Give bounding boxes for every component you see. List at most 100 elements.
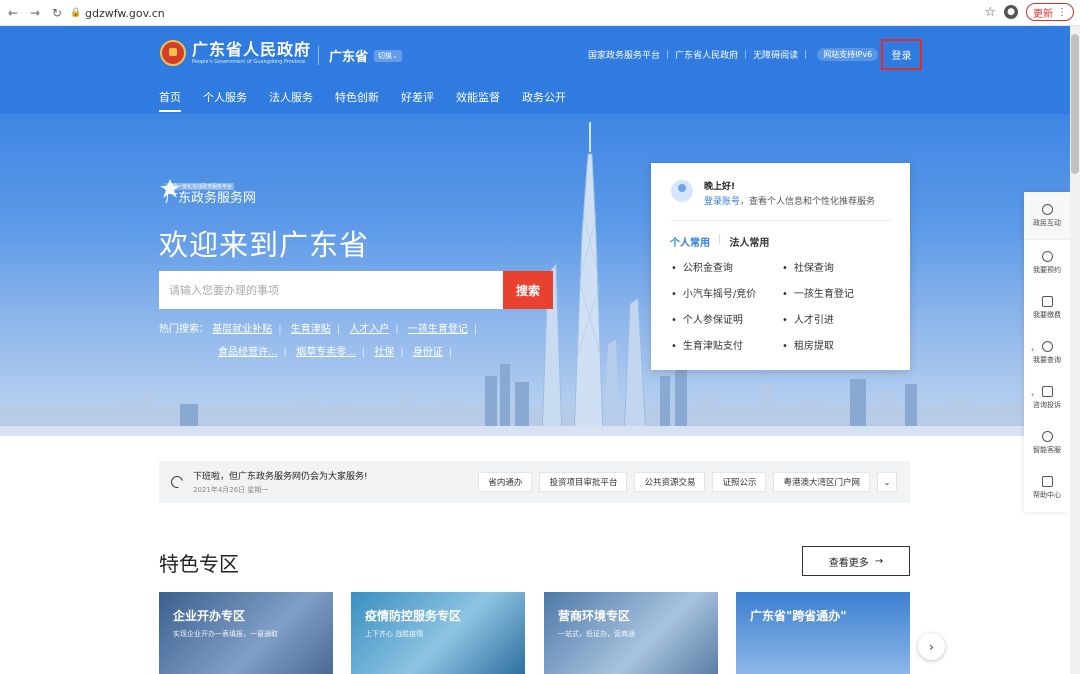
update-button[interactable]: 更新 ⋮ — [1026, 3, 1074, 21]
side-complaint[interactable]: ‹ 咨询投诉 — [1024, 375, 1070, 420]
switch-region-button[interactable]: 切换⌄ — [374, 49, 402, 62]
quick-link[interactable]: 人才引进 — [782, 311, 901, 326]
quick-link[interactable]: 生育津贴支付 — [671, 337, 782, 352]
payment-icon — [1041, 295, 1053, 307]
lock-icon: 🔒 — [70, 8, 82, 18]
quick-link[interactable]: 小汽车摇号/竞价 — [671, 285, 782, 300]
card-tabs: 个人常用 | 法人常用 — [670, 234, 770, 249]
site-header: 广东省人民政府 People's Government of Guangdong… — [0, 26, 1070, 114]
tab-personal-common[interactable]: 个人常用 — [670, 234, 710, 249]
side-payment[interactable]: 我要缴费 — [1024, 285, 1070, 330]
quick-link[interactable]: 一孩生育登记 — [782, 285, 901, 300]
message-icon — [1041, 385, 1053, 397]
feature-tile[interactable]: 企业开办专区 实现企业开办一表填报，一窗通取 — [159, 592, 333, 674]
nav-innovation[interactable]: 特色创新 — [335, 89, 379, 111]
quick-link[interactable]: 公积金查询 — [671, 259, 782, 274]
chevron-down-icon[interactable]: ⌄ — [877, 472, 897, 492]
address-bar[interactable]: 🔒 gdzwfw.gov.cn — [70, 4, 165, 22]
profile-icon[interactable]: ● — [1004, 5, 1018, 19]
service-brand: 全国一体化在线政务服务平台 广东政务服务网 — [159, 178, 256, 206]
quick-link[interactable]: 社保查询 — [782, 259, 901, 274]
section-title: 特色专区 — [159, 552, 239, 576]
search-icon — [1041, 340, 1053, 352]
quick-link[interactable]: 个人参保证明 — [671, 311, 782, 326]
hot-link[interactable]: 生育津贴 — [291, 324, 331, 335]
headset-icon — [1041, 430, 1053, 442]
divider — [671, 220, 891, 221]
national-emblem-icon — [160, 40, 186, 66]
notice-title: 下班啦，但广东政务服务网仍会为大家服务! — [193, 472, 368, 482]
hot-link[interactable]: 食品经营许... — [218, 347, 278, 358]
side-ai-service[interactable]: 智能客服 — [1024, 420, 1070, 465]
welcome-heading: 欢迎来到广东省 — [159, 228, 370, 262]
bookmark-star-icon[interactable]: ☆ — [984, 5, 996, 20]
login-button[interactable]: 登录 — [881, 39, 922, 70]
pill-link[interactable]: 投资项目审批平台 — [539, 472, 628, 492]
hot-link[interactable]: 身份证 — [413, 347, 443, 358]
see-more-button[interactable]: 查看更多 → — [802, 546, 910, 576]
pill-link[interactable]: 公共资源交易 — [634, 472, 706, 492]
greeting: 晚上好! — [704, 182, 736, 192]
greeting-subtitle: 登录账号，查看个人信息和个性化推荐服务 — [704, 197, 876, 207]
carousel-next-button[interactable]: › — [918, 633, 945, 660]
side-query[interactable]: ‹ 我要查询 — [1024, 330, 1070, 375]
chat-icon — [1041, 203, 1053, 215]
hot-searches: 热门搜索： 基层就业补贴 | 生育津贴 | 人才入户 | 一孩生育登记 | 食品经营许.… — [159, 324, 478, 358]
logo-title: 广东省人民政府 — [192, 39, 312, 59]
hot-link[interactable]: 人才入户 — [349, 324, 389, 335]
link-national-platform[interactable]: 国家政务服务平台 — [588, 48, 660, 61]
quick-links: 公积金查询 社保查询 小汽车摇号/竞价 一孩生育登记 个人参保证明 人才引进 生… — [671, 259, 901, 352]
clock-icon — [1041, 250, 1053, 262]
hot-link[interactable]: 社保 — [374, 347, 394, 358]
nav-public-affairs[interactable]: 政务公开 — [522, 89, 566, 111]
top-links: 国家政务服务平台 | 广东省人民政府 | 无障碍阅读 | 网站支持IPv6 — [588, 48, 879, 61]
link-accessibility[interactable]: 无障碍阅读 — [753, 48, 798, 61]
side-toolbar: 政民互动 我要预约 我要缴费 ‹ 我要查询 ‹ 咨询投诉 智能客服 帮助中心 — [1024, 192, 1070, 512]
search-input[interactable]: 请输入您要办理的事项 — [159, 271, 504, 309]
notice-bar: 下班啦，但广东政务服务网仍会为大家服务! 2021年4月26日 星期一 省内通办… — [159, 461, 910, 503]
forward-icon[interactable]: → — [26, 4, 44, 22]
moon-icon — [168, 473, 186, 491]
notice-date: 2021年4月26日 星期一 — [193, 486, 269, 494]
link-provincial-gov[interactable]: 广东省人民政府 — [675, 48, 738, 61]
logo-subtitle: People's Government of Guangdong Provinc… — [192, 58, 306, 65]
nav-home[interactable]: 首页 — [159, 89, 181, 112]
side-help[interactable]: 帮助中心 — [1024, 465, 1070, 510]
hot-link[interactable]: 基层就业补贴 — [212, 324, 272, 335]
nav-evaluation[interactable]: 好差评 — [401, 89, 434, 111]
scrollbar-thumb[interactable] — [1071, 34, 1079, 174]
url-text: gdzwfw.gov.cn — [85, 6, 165, 20]
hot-link[interactable]: 一孩生育登记 — [408, 324, 468, 335]
reload-icon[interactable]: ↻ — [48, 4, 66, 22]
back-icon[interactable]: ← — [4, 4, 22, 22]
help-icon — [1041, 475, 1053, 487]
login-account-link[interactable]: 登录账号 — [704, 197, 740, 207]
arrow-right-icon: → — [874, 555, 884, 567]
feature-tile[interactable]: 营商环境专区 一站式，低证办，营商通 — [544, 592, 718, 674]
nav-legal-services[interactable]: 法人服务 — [269, 89, 313, 111]
quick-link[interactable]: 租房提取 — [782, 337, 901, 352]
expand-left-icon: ‹ — [1031, 390, 1035, 399]
avatar — [671, 180, 693, 202]
service-logo-icon — [160, 179, 180, 198]
nav-personal-services[interactable]: 个人服务 — [203, 89, 247, 111]
hot-search-label: 热门搜索： — [159, 324, 209, 335]
browser-toolbar: ← → ↻ 🔒 gdzwfw.gov.cn ☆ ● 更新 ⋮ — [0, 0, 1080, 26]
main-nav: 首页 个人服务 法人服务 特色创新 好差评 效能监督 政务公开 — [159, 89, 588, 112]
feature-tile[interactable]: 广东省"跨省通办" — [736, 592, 910, 674]
pill-link[interactable]: 粤港澳大湾区门户网 — [773, 472, 870, 492]
ipv6-badge: 网站支持IPv6 — [817, 48, 879, 61]
region-selector[interactable]: 广东省 切换⌄ — [318, 46, 402, 65]
side-interaction[interactable]: 政民互动 — [1024, 192, 1070, 240]
nav-supervision[interactable]: 效能监督 — [456, 89, 500, 111]
search-button[interactable]: 搜索 — [503, 271, 553, 309]
feature-tile[interactable]: 疫情防控服务专区 上下齐心 战胜疫情 — [351, 592, 525, 674]
expand-left-icon: ‹ — [1031, 345, 1035, 354]
side-appointment[interactable]: 我要预约 — [1024, 240, 1070, 285]
pill-link[interactable]: 省内通办 — [478, 472, 533, 492]
hot-link[interactable]: 烟草专卖零... — [296, 347, 356, 358]
tab-legal-common[interactable]: 法人常用 — [729, 234, 769, 249]
pill-link[interactable]: 证照公示 — [712, 472, 767, 492]
more-vert-icon: ⋮ — [1057, 6, 1067, 18]
site-logo[interactable]: 广东省人民政府 People's Government of Guangdong… — [160, 40, 311, 66]
